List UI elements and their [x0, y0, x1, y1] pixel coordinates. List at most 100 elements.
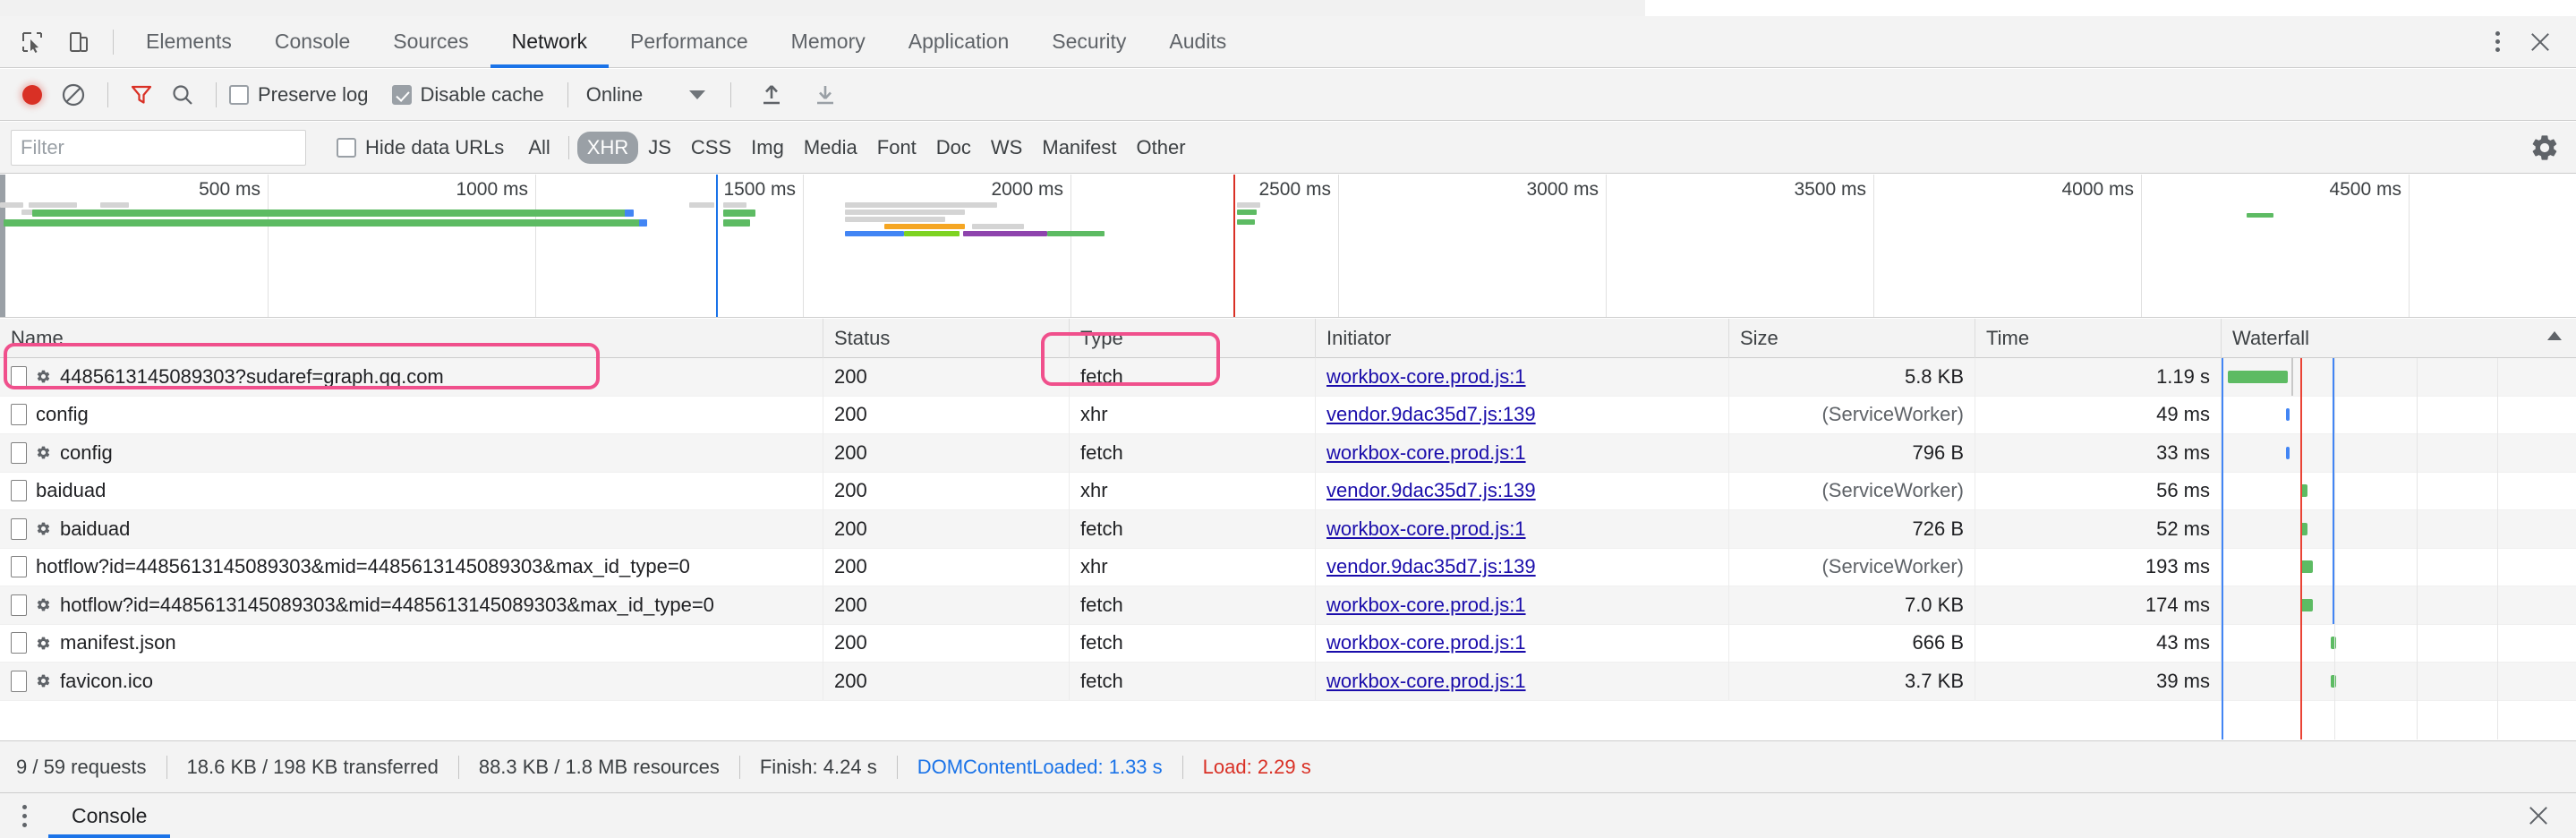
cell-initiator[interactable]: vendor.9dac35d7.js:139	[1316, 548, 1729, 586]
cell-name[interactable]: config	[0, 396, 823, 434]
column-header-waterfall[interactable]: Waterfall	[2222, 319, 2576, 358]
cell-time: 56 ms	[1975, 472, 2222, 510]
filter-type-doc[interactable]: Doc	[926, 132, 981, 164]
cell-name[interactable]: favicon.ico	[0, 662, 823, 700]
initiator-link[interactable]: workbox-core.prod.js:1	[1326, 631, 1526, 654]
tab-elements[interactable]: Elements	[124, 16, 253, 68]
filter-type-manifest[interactable]: Manifest	[1032, 132, 1126, 164]
tab-audits[interactable]: Audits	[1147, 16, 1248, 68]
close-icon[interactable]	[2519, 796, 2558, 835]
toggle-device-toolbar-icon[interactable]	[55, 17, 102, 67]
cell-time: 52 ms	[1975, 509, 2222, 548]
overview-load-marker	[1233, 175, 1235, 317]
tab-sources[interactable]: Sources	[371, 16, 490, 68]
tab-console[interactable]: Console	[253, 16, 371, 68]
cell-size: 666 B	[1729, 624, 1975, 663]
document-icon	[11, 517, 27, 540]
import-har-icon[interactable]	[751, 75, 792, 115]
filter-input[interactable]	[11, 129, 306, 166]
throttling-dropdown[interactable]: Online	[581, 83, 706, 107]
column-header-initiator[interactable]: Initiator	[1316, 319, 1729, 358]
cell-initiator[interactable]: workbox-core.prod.js:1	[1316, 586, 1729, 624]
filter-funnel-icon[interactable]	[121, 75, 162, 115]
cell-time: 174 ms	[1975, 586, 2222, 624]
cell-name[interactable]: manifest.json	[0, 624, 823, 663]
initiator-link[interactable]: vendor.9dac35d7.js:139	[1326, 403, 1536, 426]
network-overview-timeline[interactable]: 500 ms 1000 ms 1500 ms 2000 ms 2500 ms 3…	[0, 175, 2576, 318]
filter-type-media[interactable]: Media	[794, 132, 867, 164]
tab-security[interactable]: Security	[1030, 16, 1147, 68]
inspect-element-icon[interactable]	[9, 17, 55, 67]
cell-name[interactable]: config	[0, 433, 823, 472]
preserve-log-checkbox[interactable]: Preserve log	[229, 83, 369, 107]
overview-tick-1500: 1500 ms	[723, 179, 796, 200]
cell-size: 5.8 KB	[1729, 357, 1975, 396]
cell-name[interactable]: hotflow?id=4485613145089303&mid=44856131…	[0, 586, 823, 624]
cell-initiator[interactable]: workbox-core.prod.js:1	[1316, 662, 1729, 700]
table-row[interactable]: hotflow?id=4485613145089303&mid=44856131…	[0, 586, 2576, 625]
table-row[interactable]: hotflow?id=4485613145089303&mid=44856131…	[0, 548, 2576, 586]
waterfall-track	[2222, 663, 2576, 701]
clear-icon[interactable]	[52, 75, 95, 115]
tab-memory[interactable]: Memory	[770, 16, 887, 68]
overview-left-handle[interactable]	[0, 175, 5, 317]
initiator-link[interactable]: workbox-core.prod.js:1	[1326, 441, 1526, 465]
disable-cache-checkbox[interactable]: Disable cache	[391, 83, 544, 107]
cell-name[interactable]: 4485613145089303?sudaref=graph.qq.com	[0, 357, 823, 396]
cell-type: fetch	[1070, 433, 1316, 472]
close-icon[interactable]	[2521, 22, 2560, 62]
initiator-link[interactable]: workbox-core.prod.js:1	[1326, 517, 1526, 541]
table-row[interactable]: 4485613145089303?sudaref=graph.qq.com 20…	[0, 357, 2576, 397]
filter-type-img[interactable]: Img	[741, 132, 794, 164]
column-header-name[interactable]: Name	[0, 319, 823, 358]
initiator-link[interactable]: workbox-core.prod.js:1	[1326, 365, 1526, 389]
cell-initiator[interactable]: workbox-core.prod.js:1	[1316, 433, 1729, 472]
table-row[interactable]: favicon.ico 200 fetch workbox-core.prod.…	[0, 662, 2576, 701]
drawer-tab-console[interactable]: Console	[48, 793, 171, 838]
cell-initiator[interactable]: workbox-core.prod.js:1	[1316, 624, 1729, 663]
tab-network[interactable]: Network	[490, 16, 610, 68]
filter-type-other[interactable]: Other	[1127, 132, 1196, 164]
tab-performance[interactable]: Performance	[609, 16, 770, 68]
initiator-link[interactable]: workbox-core.prod.js:1	[1326, 594, 1526, 617]
cell-name[interactable]: hotflow?id=4485613145089303&mid=44856131…	[0, 548, 823, 586]
kebab-menu-icon[interactable]	[0, 793, 48, 838]
cell-waterfall	[2222, 357, 2576, 396]
record-button-icon[interactable]	[13, 75, 52, 115]
request-name: hotflow?id=4485613145089303&mid=44856131…	[60, 593, 714, 616]
cell-initiator[interactable]: workbox-core.prod.js:1	[1316, 357, 1729, 396]
waterfall-bar	[2300, 598, 2313, 611]
kebab-menu-icon[interactable]	[2478, 22, 2517, 62]
table-row[interactable]: config 200 xhr vendor.9dac35d7.js:139 (S…	[0, 396, 2576, 434]
table-row[interactable]: manifest.json 200 fetch workbox-core.pro…	[0, 624, 2576, 663]
cell-name[interactable]: baiduad	[0, 472, 823, 510]
cell-name[interactable]: baiduad	[0, 509, 823, 548]
column-header-type[interactable]: Type	[1070, 319, 1316, 358]
column-header-time[interactable]: Time	[1975, 319, 2222, 358]
cell-initiator[interactable]: vendor.9dac35d7.js:139	[1316, 396, 1729, 434]
column-header-size[interactable]: Size	[1729, 319, 1975, 358]
filter-type-css[interactable]: CSS	[681, 132, 741, 164]
filter-type-xhr[interactable]: XHR	[576, 131, 639, 164]
initiator-link[interactable]: workbox-core.prod.js:1	[1326, 670, 1526, 693]
table-row[interactable]: config 200 fetch workbox-core.prod.js:1 …	[0, 433, 2576, 473]
initiator-link[interactable]: vendor.9dac35d7.js:139	[1326, 555, 1536, 578]
cell-initiator[interactable]: vendor.9dac35d7.js:139	[1316, 472, 1729, 510]
column-header-status[interactable]: Status	[823, 319, 1070, 358]
overview-tick-1000: 1000 ms	[456, 179, 528, 200]
document-icon	[11, 556, 27, 578]
tab-application[interactable]: Application	[887, 16, 1031, 68]
hide-data-urls-checkbox[interactable]: Hide data URLs	[337, 136, 504, 159]
export-har-icon[interactable]	[805, 75, 846, 115]
filter-type-all[interactable]: All	[518, 132, 559, 164]
search-icon[interactable]	[162, 75, 203, 115]
cell-initiator[interactable]: workbox-core.prod.js:1	[1316, 509, 1729, 548]
network-control-toolbar: Preserve log Disable cache Online	[0, 69, 2576, 121]
gear-icon[interactable]	[2529, 133, 2560, 163]
filter-type-font[interactable]: Font	[867, 132, 926, 164]
table-row[interactable]: baiduad 200 fetch workbox-core.prod.js:1…	[0, 509, 2576, 549]
table-row[interactable]: baiduad 200 xhr vendor.9dac35d7.js:139 (…	[0, 472, 2576, 510]
filter-type-js[interactable]: JS	[638, 132, 681, 164]
filter-type-ws[interactable]: WS	[981, 132, 1032, 164]
initiator-link[interactable]: vendor.9dac35d7.js:139	[1326, 479, 1536, 502]
